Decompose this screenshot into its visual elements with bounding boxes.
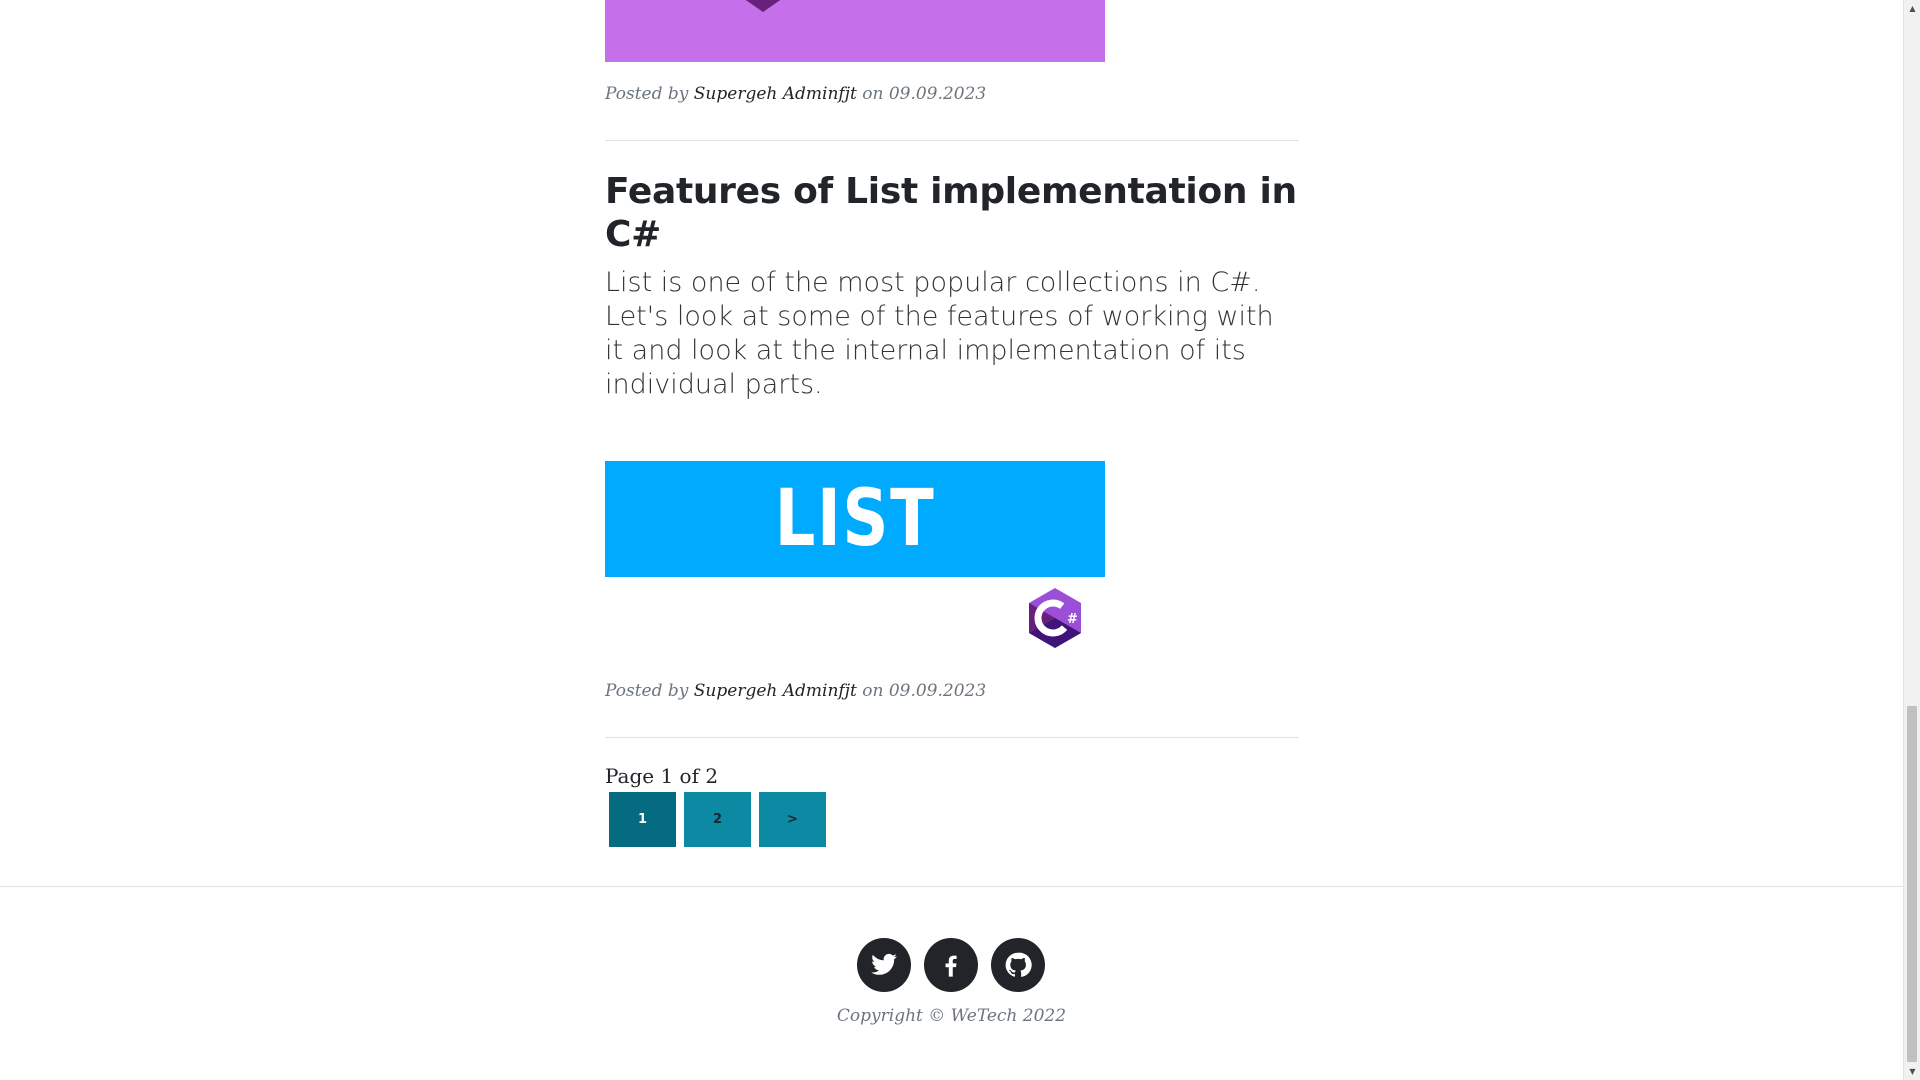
scroll-down-arrow-icon[interactable]: ▼	[1904, 1063, 1920, 1080]
scrollbar-thumb[interactable]	[1907, 706, 1917, 1062]
scroll-up-arrow-icon[interactable]: ▲	[1904, 0, 1920, 17]
post-author-link[interactable]: Supergeh Adminfjt	[694, 84, 857, 104]
github-link[interactable]	[991, 938, 1045, 992]
page: Posted by Supergeh Adminfjt on 09.09.202…	[0, 0, 1920, 1080]
twitter-link[interactable]	[857, 938, 911, 992]
post-date: 09.09.2023	[888, 681, 987, 701]
list-banner-text: LIST	[774, 474, 936, 564]
previous-post-meta: Posted by Supergeh Adminfjt on 09.09.202…	[605, 84, 986, 104]
previous-post-thumbnail[interactable]	[605, 0, 1105, 62]
github-icon	[1005, 952, 1032, 977]
post-author-link[interactable]: Supergeh Adminfjt	[694, 681, 857, 701]
svg-text:#: #	[1067, 612, 1078, 627]
post-meta: Posted by Supergeh Adminfjt on 09.09.202…	[605, 681, 986, 701]
copyright-text: Copyright © WeTech 2022	[836, 1006, 1067, 1026]
csharp-logo-icon: #	[1029, 588, 1081, 648]
post-divider	[605, 737, 1299, 738]
page-1-button[interactable]: 1	[609, 792, 676, 847]
footer-divider	[0, 886, 1903, 887]
post-subtitle[interactable]: List is one of the most popular collecti…	[605, 266, 1299, 402]
facebook-link[interactable]	[924, 938, 978, 992]
csharp-logo-fragment	[741, 0, 785, 12]
post-date: 09.09.2023	[888, 84, 987, 104]
next-page-button[interactable]: >	[759, 792, 826, 847]
page-scrollbar[interactable]: ▲ ▼	[1903, 0, 1920, 1080]
pagination-label: Page 1 of 2	[605, 764, 719, 788]
page-2-button[interactable]: 2	[684, 792, 751, 847]
post-divider	[605, 140, 1299, 141]
post-thumbnail[interactable]: LIST #	[605, 461, 1105, 651]
facebook-icon	[945, 955, 957, 977]
post-title-link[interactable]: Features of List implementation in C#	[605, 170, 1299, 256]
meta-on: on	[862, 84, 884, 104]
meta-prefix: Posted by	[605, 681, 689, 701]
twitter-icon	[871, 953, 897, 975]
meta-prefix: Posted by	[605, 84, 689, 104]
meta-on: on	[862, 681, 884, 701]
